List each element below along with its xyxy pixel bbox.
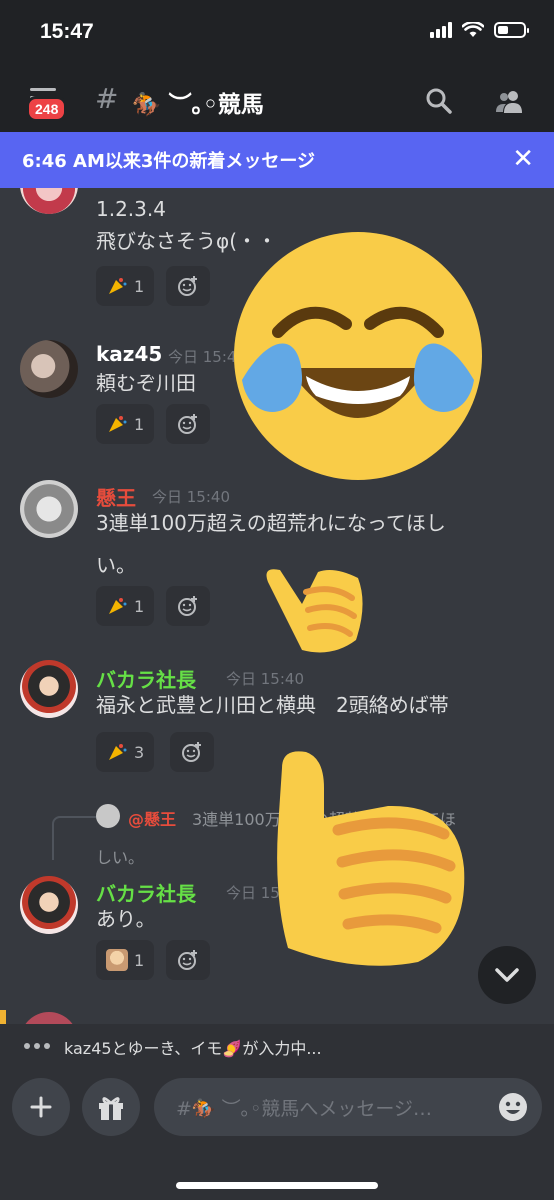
reply-mention[interactable]: @懸王 — [128, 806, 176, 830]
add-reaction-button[interactable] — [166, 404, 210, 444]
party-popper-icon — [109, 278, 127, 294]
clock: 15:47 — [40, 20, 94, 43]
avatar[interactable] — [20, 340, 78, 398]
reaction-count: 1 — [134, 276, 145, 296]
typing-indicator: kaz45とゆーき、イモ🍠が入力中... — [0, 1024, 554, 1066]
reaction-count: 1 — [134, 950, 145, 970]
reaction[interactable]: 1 — [96, 940, 155, 980]
avatar[interactable] — [20, 188, 78, 214]
party-popper-icon — [109, 416, 127, 432]
add-reaction-icon — [182, 742, 201, 762]
plus-icon — [30, 1096, 52, 1118]
signal-icon — [430, 22, 452, 38]
system-icons — [430, 22, 529, 38]
message-text: 飛びなさそうφ(・・ — [96, 229, 277, 253]
attach-button[interactable] — [12, 1078, 70, 1136]
new-messages-text: 6:46 AM以来3件の新着メッセージ — [22, 151, 316, 172]
jump-to-bottom-button[interactable] — [478, 946, 536, 1004]
typing-dots-icon — [24, 1043, 50, 1049]
add-reaction-button[interactable] — [166, 586, 210, 626]
members-icon[interactable] — [494, 86, 524, 116]
reaction[interactable]: 3 — [96, 732, 155, 772]
message-text: あり。 — [96, 907, 156, 931]
emoji-icon[interactable] — [498, 1092, 528, 1122]
add-reaction-icon — [178, 950, 197, 970]
add-reaction-button[interactable] — [166, 266, 210, 306]
message-author[interactable]: バカラ社長 — [96, 878, 196, 907]
party-popper-icon — [109, 598, 127, 614]
new-messages-banner[interactable]: 6:46 AM以来3件の新着メッセージ ✕ — [0, 132, 554, 188]
reaction-count: 1 — [134, 596, 145, 616]
gift-button[interactable] — [82, 1078, 140, 1136]
channel-hash-icon: # — [95, 82, 119, 115]
message-text: い。 — [96, 553, 136, 577]
channel-header: 248 # 🏇 ︶｡◦競馬 — [0, 70, 554, 132]
add-reaction-button[interactable] — [166, 940, 210, 980]
wifi-icon — [462, 22, 484, 37]
message-timestamp: 今日 15:40 — [168, 348, 246, 366]
add-reaction-icon — [178, 414, 197, 434]
message-input[interactable]: #🏇 ︶｡◦競馬へメッセージ… — [154, 1078, 542, 1136]
close-icon[interactable]: ✕ — [512, 144, 534, 174]
message-author[interactable]: 懸王 — [96, 482, 136, 511]
avatar[interactable] — [20, 480, 78, 538]
reaction[interactable]: 1 — [96, 586, 155, 626]
message-text: 頼むぞ川田 — [96, 371, 196, 395]
battery-icon — [494, 22, 529, 38]
typing-text: kaz45とゆーき、イモ🍠が入力中... — [64, 1039, 322, 1058]
message-timestamp: 今日 15:40 — [226, 884, 304, 902]
message-author[interactable]: バカラ社長 — [96, 664, 196, 693]
reaction-count: 3 — [134, 742, 145, 762]
message-list[interactable]: 1.2.3.4 飛びなさそうφ(・・ 1 kaz45 今日 15:40 頼むぞ川… — [0, 188, 554, 1024]
add-reaction-icon — [178, 596, 197, 616]
reaction[interactable]: 1 — [96, 266, 155, 306]
reply-connector — [52, 816, 96, 860]
message-text: 福永と武豊と川田と横典 2頭絡めば帯 — [96, 693, 449, 717]
search-icon[interactable] — [424, 86, 454, 116]
gift-icon — [99, 1097, 123, 1120]
reply-preview[interactable]: 3連単100万超えの超荒れになってほ — [192, 806, 456, 830]
message-input-placeholder: #🏇 ︶｡◦競馬へメッセージ… — [176, 1098, 432, 1120]
message-text: 1.2.3.4 — [96, 197, 166, 221]
party-popper-icon — [109, 744, 127, 760]
message-author[interactable]: kaz45 — [96, 342, 162, 366]
add-reaction-icon — [178, 276, 197, 296]
reply-avatar — [96, 804, 120, 828]
message-timestamp: 今日 15:40 — [152, 488, 230, 506]
message-composer: #🏇 ︶｡◦競馬へメッセージ… — [0, 1066, 554, 1200]
unread-badge: 248 — [26, 96, 68, 122]
reaction[interactable]: 1 — [96, 404, 155, 444]
reply-preview[interactable]: しい。 — [96, 844, 144, 868]
chevron-down-icon — [495, 968, 519, 982]
status-bar: 15:47 — [0, 0, 554, 70]
channel-name[interactable]: 🏇 ︶｡◦競馬 — [132, 85, 264, 119]
reaction-count: 1 — [134, 414, 145, 434]
unread-marker — [0, 1010, 6, 1024]
add-reaction-button[interactable] — [170, 732, 214, 772]
home-indicator — [176, 1182, 378, 1189]
avatar[interactable] — [20, 660, 78, 718]
custom-emoji-icon — [106, 949, 128, 971]
message-text: 3連単100万超えの超荒れになってほし — [96, 511, 446, 535]
avatar[interactable] — [20, 1012, 78, 1024]
avatar[interactable] — [20, 876, 78, 934]
message-timestamp: 今日 15:40 — [226, 670, 304, 688]
